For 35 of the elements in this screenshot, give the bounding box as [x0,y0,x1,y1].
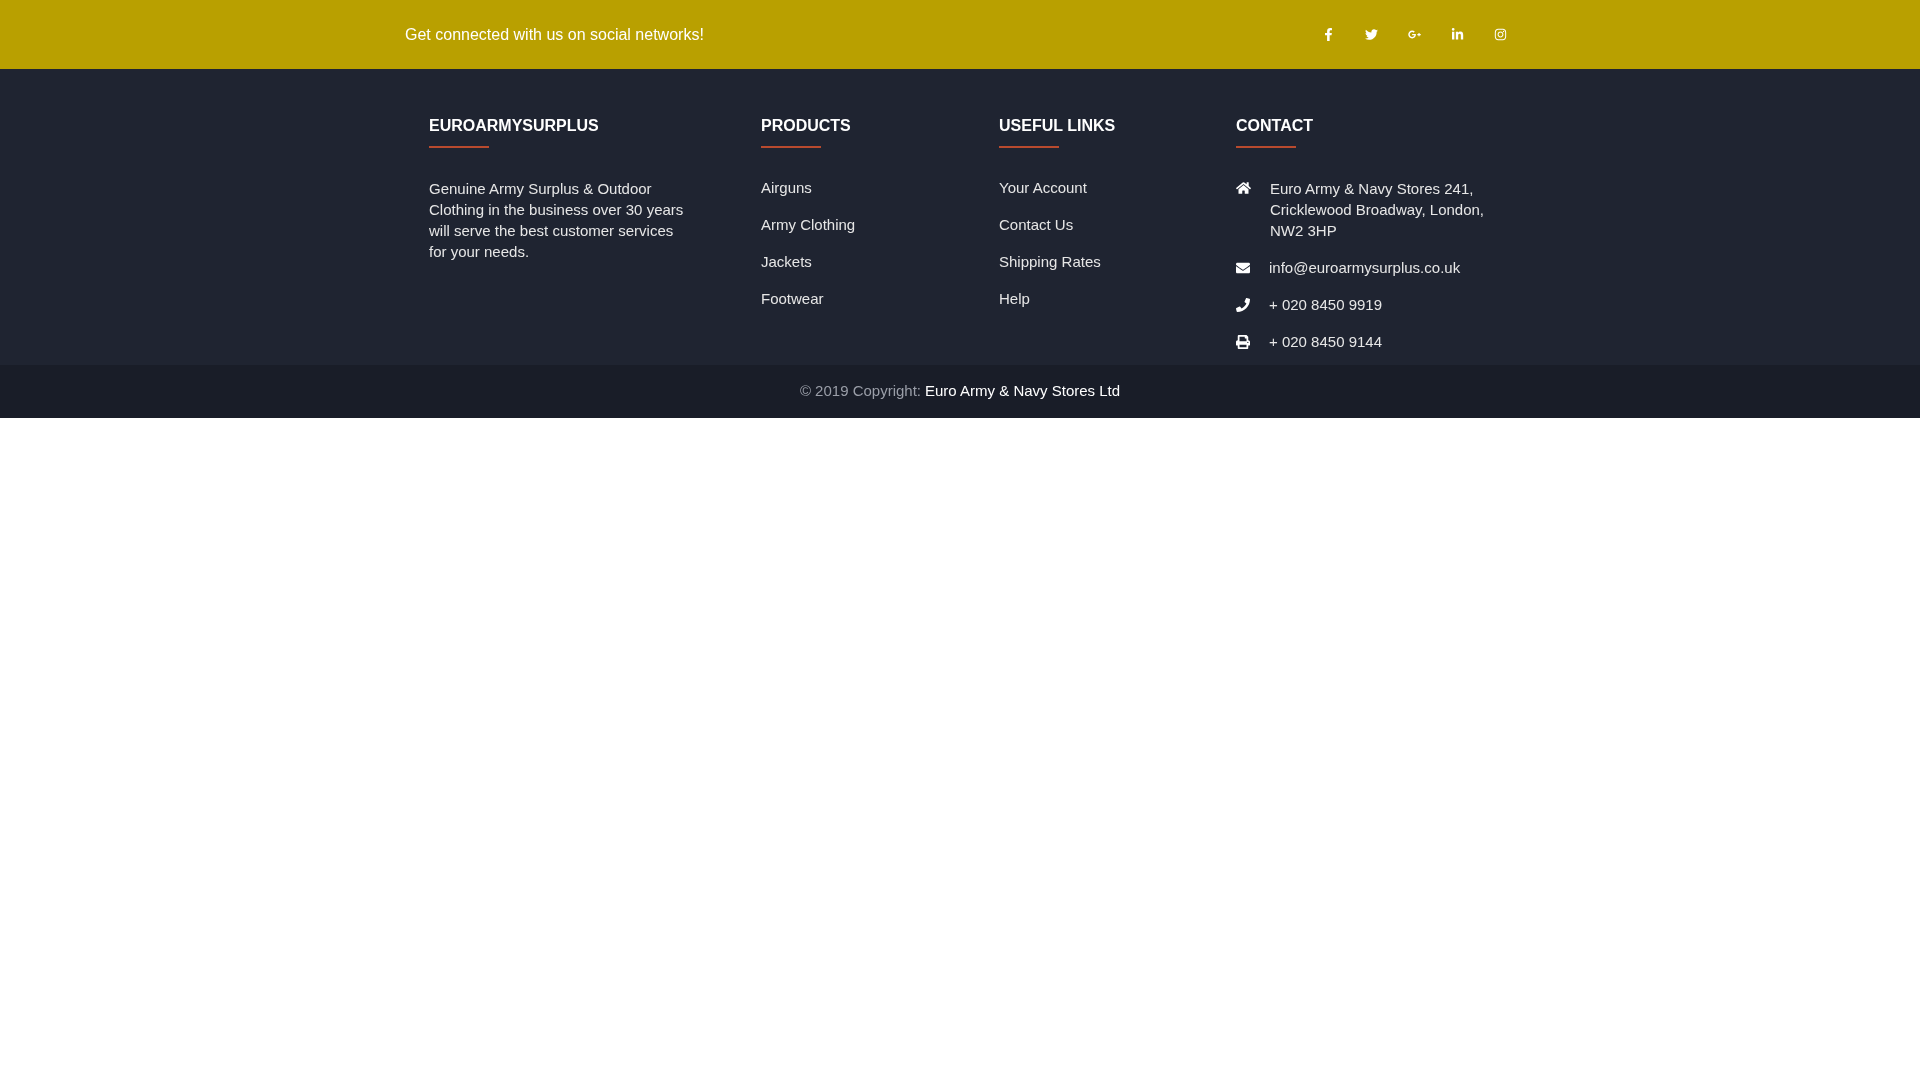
twitter-icon [1365,28,1378,41]
social-link[interactable] [1363,26,1380,43]
social-link[interactable] [1492,26,1509,43]
footer-link[interactable]: Footwear [761,289,824,308]
heading-underline [999,146,1059,148]
footer-link[interactable]: Your Account [999,178,1087,197]
home-icon [1236,181,1251,195]
footer-link[interactable]: Airguns [761,178,812,197]
heading-underline [1236,146,1296,148]
social-tagline: Get connected with us on social networks! [405,24,704,45]
column-heading: EUROARMYSURPLUS [429,116,599,136]
column-heading: CONTACT [1236,116,1314,136]
contact-detail: + 020 8450 9144 [1269,332,1383,352]
column-heading: USEFUL LINKS [999,116,1116,136]
footer-link[interactable]: Shipping Rates [999,252,1101,271]
heading-underline [429,146,489,148]
envelope-icon [1236,260,1250,275]
facebook-icon [1322,28,1335,41]
footer-link[interactable]: Contact Us [999,215,1074,234]
printer-icon [1236,334,1250,349]
linkedin-icon [1451,28,1464,41]
contact-detail: info@euroarmysurplus.co.uk [1269,258,1461,278]
footer-link[interactable]: Jackets [761,252,812,271]
copyright-text: © 2019 Copyright: [799,381,921,402]
heading-underline [761,146,821,148]
google-plus-icon [1408,28,1421,41]
contact-detail: + 020 8450 9919 [1269,295,1383,315]
footer-link[interactable]: Army Clothing [761,215,856,234]
phone-icon [1236,297,1250,312]
company-link[interactable]: Euro Army & Navy Stores Ltd [925,380,1121,403]
instagram-icon [1494,28,1507,41]
contact-address: Euro Army & Navy Stores 241, Cricklewood Broadway, London, NW2 3HP [1270,179,1485,241]
about-text: Genuine Army Surplus & Outdoor Clothing in the business over 30 years will serve the best customer services for your needs. [429,179,685,262]
column-heading: PRODUCTS [761,116,851,136]
footer-link[interactable]: Help [999,289,1030,308]
